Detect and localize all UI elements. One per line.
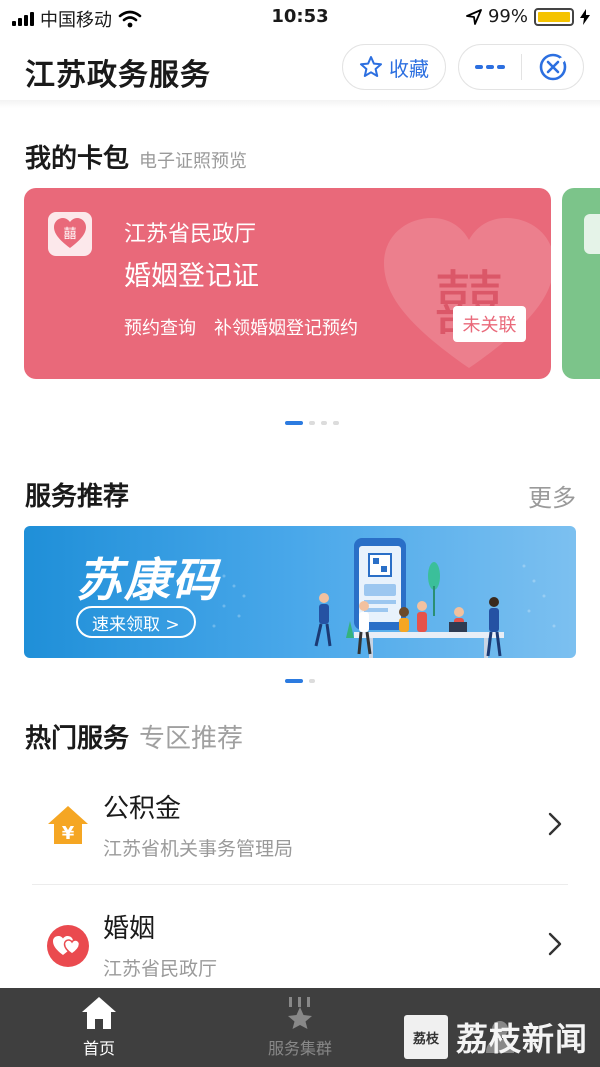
- pager-dot: [309, 679, 315, 683]
- sukang-code-banner[interactable]: 苏康码 速来领取 >: [24, 526, 576, 658]
- house-yuan-icon: ¥: [48, 806, 88, 844]
- card-pager: [285, 421, 339, 425]
- more-dots-icon: [475, 65, 505, 69]
- next-card-peek[interactable]: [562, 188, 600, 379]
- svg-text:囍: 囍: [63, 227, 76, 242]
- home-icon: [82, 997, 116, 1029]
- unlinked-badge[interactable]: 未关联: [453, 306, 526, 342]
- charging-icon: [580, 8, 590, 25]
- more-link[interactable]: 更多: [528, 478, 576, 513]
- hearts-icon: [47, 925, 89, 967]
- wallet-title: 我的卡包: [25, 144, 130, 174]
- recommend-title: 服务推荐: [25, 482, 130, 512]
- wallet-section-title: 我的卡包 电子证照预览: [25, 138, 247, 175]
- heart-watermark-icon: 囍: [384, 218, 551, 368]
- star-icon: [360, 56, 382, 77]
- status-right: 99%: [466, 6, 590, 27]
- hot-section-title: 热门服务 专区推荐: [25, 718, 243, 755]
- banner-pager: [285, 679, 315, 683]
- list-item-housing-fund[interactable]: ¥ 公积金 江苏省机关事务管理局: [0, 770, 600, 880]
- tab-home[interactable]: 首页: [29, 988, 169, 1067]
- list-item-marriage[interactable]: 婚姻 江苏省民政厅: [0, 890, 600, 1000]
- app-header: 江苏政务服务 收藏: [0, 40, 600, 100]
- card-org: 江苏省民政厅: [124, 222, 257, 247]
- favorite-button[interactable]: 收藏: [342, 44, 446, 90]
- chevron-right-icon: [548, 812, 562, 836]
- pager-dot: [309, 421, 315, 425]
- next-card-icon: [584, 214, 600, 254]
- favorite-label: 收藏: [389, 56, 429, 81]
- tab-service-cluster-label: 服务集群: [267, 1039, 332, 1058]
- svg-text:¥: ¥: [62, 823, 75, 844]
- close-target-icon: [539, 53, 566, 81]
- banner-illustration: [212, 538, 556, 658]
- watermark-logo: 荔枝: [404, 1015, 448, 1059]
- chevron-right-icon: [548, 932, 562, 956]
- pager-dot: [321, 421, 327, 425]
- list-divider: [32, 884, 568, 885]
- double-happiness-icon: 囍: [48, 212, 92, 256]
- list-item-subtitle: 江苏省民政厅: [103, 958, 218, 980]
- page-title: 江苏政务服务: [25, 58, 211, 93]
- wallet-subtitle: 电子证照预览: [139, 151, 248, 172]
- tab-home-label: 首页: [82, 1039, 115, 1058]
- header-shadow: [0, 100, 600, 108]
- tab-service-cluster[interactable]: 服务集群: [230, 988, 370, 1067]
- list-item-subtitle: 江苏省机关事务管理局: [103, 838, 294, 860]
- card-name: 婚姻登记证: [124, 261, 259, 292]
- pager-dot: [333, 421, 339, 425]
- location-arrow-icon: [466, 8, 482, 25]
- news-watermark: 荔枝 荔枝新闻: [404, 1014, 588, 1060]
- card-link-reissue-appointment[interactable]: 补领婚姻登记预约: [214, 314, 358, 340]
- pager-dot-active: [285, 679, 303, 683]
- watermark-text: 荔枝新闻: [456, 1020, 589, 1058]
- status-bar: 中国移动 10:53 99%: [0, 0, 600, 34]
- more-button[interactable]: [459, 45, 521, 89]
- list-item-title: 婚姻: [103, 914, 156, 944]
- pager-dot-active: [285, 421, 303, 425]
- card-links: 预约查询 补领婚姻登记预约: [124, 314, 358, 340]
- battery-icon: [534, 7, 574, 26]
- card-link-appointment-query[interactable]: 预约查询: [124, 314, 196, 340]
- marriage-certificate-card[interactable]: 囍 囍 江苏省民政厅 婚姻登记证 预约查询 补领婚姻登记预约 未关联: [24, 188, 551, 379]
- hot-subtitle[interactable]: 专区推荐: [139, 724, 243, 754]
- service-cluster-icon: [288, 997, 312, 1029]
- close-button[interactable]: [522, 45, 583, 89]
- list-item-title: 公积金: [103, 794, 182, 824]
- mini-program-capsule: [458, 44, 584, 90]
- battery-percent: 99%: [487, 6, 528, 27]
- hot-title: 热门服务: [25, 724, 130, 754]
